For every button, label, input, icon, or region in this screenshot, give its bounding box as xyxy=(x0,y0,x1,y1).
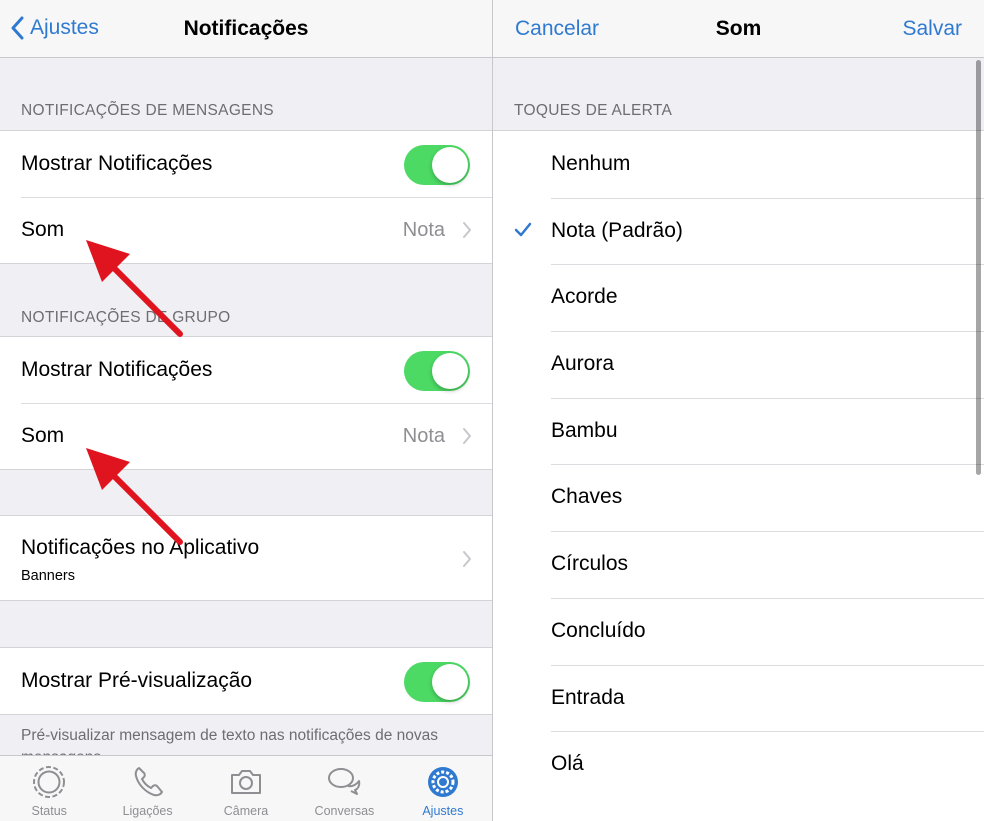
show-notifications-toggle[interactable] xyxy=(404,145,470,185)
tab-label: Câmera xyxy=(223,804,269,818)
tone-option[interactable]: Chaves xyxy=(493,464,984,531)
tab-calls[interactable]: Ligações xyxy=(98,756,196,821)
section-header-alert-tones: TOQUES DE ALERTA xyxy=(514,102,673,119)
phone-icon xyxy=(134,767,163,797)
row-label: Notificações no Aplicativo xyxy=(21,536,260,559)
tone-label: Aurora xyxy=(551,352,615,376)
save-button[interactable]: Salvar xyxy=(902,17,962,41)
checkmark-icon xyxy=(514,222,532,236)
tone-option[interactable]: Círculos xyxy=(493,531,984,598)
in-app-notifications-row[interactable]: Notificações no Aplicativo Banners xyxy=(0,516,492,600)
tone-label: Nota (Padrão) xyxy=(551,218,683,242)
page-title: Notificações xyxy=(183,17,309,40)
alert-tone-list: Nenhum Nota (Padrão) Acorde Aurora Bambu Chav… xyxy=(493,130,984,798)
chevron-right-icon xyxy=(463,222,471,238)
section-header-messages: NOTIFICAÇÕES DE MENSAGENS xyxy=(21,102,274,119)
messages-group: Mostrar Notificações Som Nota xyxy=(0,130,492,264)
tone-label: Nenhum xyxy=(551,152,631,175)
sound-row-group[interactable]: Som Nota xyxy=(0,403,492,469)
scrollbar[interactable] xyxy=(976,60,981,475)
tone-option[interactable]: Nota (Padrão) xyxy=(493,197,984,265)
tone-label: Bambu xyxy=(551,418,618,442)
row-label: Mostrar Notificações xyxy=(21,358,213,381)
row-subtitle: Banners xyxy=(21,568,76,584)
tone-option[interactable]: Olá xyxy=(493,731,984,798)
show-preview-row: Mostrar Pré-visualização xyxy=(0,648,492,714)
tone-label: Acorde xyxy=(551,285,618,309)
tone-label: Concluído xyxy=(551,618,646,642)
preview-footer-note: Pré-visualizar mensagem de texto nas not… xyxy=(21,727,438,755)
tone-option[interactable]: Bambu xyxy=(493,397,984,465)
tab-camera[interactable]: Câmera xyxy=(197,756,295,821)
chats-icon xyxy=(328,768,361,795)
row-label: Som xyxy=(21,218,65,241)
chevron-right-icon xyxy=(463,551,471,567)
tone-label: Entrada xyxy=(551,685,625,709)
camera-icon xyxy=(231,770,262,794)
tab-settings[interactable]: Ajustes xyxy=(394,756,492,821)
nav-bar: Ajustes Notificações xyxy=(0,0,492,58)
toggle-knob xyxy=(432,664,468,700)
tab-chats[interactable]: Conversas xyxy=(295,756,393,821)
sound-value: Nota xyxy=(402,425,445,447)
tab-bar: Status Ligações Câmera Conversas Ajustes xyxy=(0,755,492,821)
group-notifications-group: Mostrar Notificações Som Nota xyxy=(0,336,492,470)
sound-row-messages[interactable]: Som Nota xyxy=(0,197,492,263)
gear-icon xyxy=(427,767,458,797)
tone-option[interactable]: Entrada xyxy=(493,664,984,732)
show-preview-toggle[interactable] xyxy=(404,662,470,702)
row-label: Mostrar Pré-visualização xyxy=(21,669,253,692)
nav-bar: Cancelar Som Salvar xyxy=(493,0,984,58)
toggle-knob xyxy=(432,353,468,389)
status-icon xyxy=(33,766,66,798)
show-notifications-row: Mostrar Notificações xyxy=(0,131,492,197)
tab-status[interactable]: Status xyxy=(0,756,98,821)
row-label: Mostrar Notificações xyxy=(21,152,213,175)
sound-picker-screen: Cancelar Som Salvar TOQUES DE ALERTA Nen… xyxy=(492,0,984,821)
row-label: Som xyxy=(21,424,65,447)
tone-option[interactable]: Nenhum xyxy=(493,131,984,198)
tab-label: Ligações xyxy=(122,804,173,818)
tab-label: Status xyxy=(31,804,67,818)
preview-group: Mostrar Pré-visualização xyxy=(0,647,492,715)
tone-option[interactable]: Aurora xyxy=(493,331,984,398)
section-header-group: NOTIFICAÇÕES DE GRUPO xyxy=(21,309,231,326)
tone-label: Círculos xyxy=(551,552,629,576)
sound-value: Nota xyxy=(402,219,445,241)
toggle-knob xyxy=(432,147,468,183)
tab-label: Conversas xyxy=(314,804,375,818)
tab-label: Ajustes xyxy=(422,804,464,818)
chevron-right-icon xyxy=(463,428,471,444)
tone-option[interactable]: Concluído xyxy=(493,597,984,665)
show-notifications-row-group: Mostrar Notificações xyxy=(0,337,492,403)
show-group-notifications-toggle[interactable] xyxy=(404,351,470,391)
in-app-group: Notificações no Aplicativo Banners xyxy=(0,515,492,601)
tone-label: Olá xyxy=(551,752,584,776)
tone-option[interactable]: Acorde xyxy=(493,264,984,331)
tone-label: Chaves xyxy=(551,485,623,509)
notifications-screen: Ajustes Notificações NOTIFICAÇÕES DE MEN… xyxy=(0,0,492,821)
